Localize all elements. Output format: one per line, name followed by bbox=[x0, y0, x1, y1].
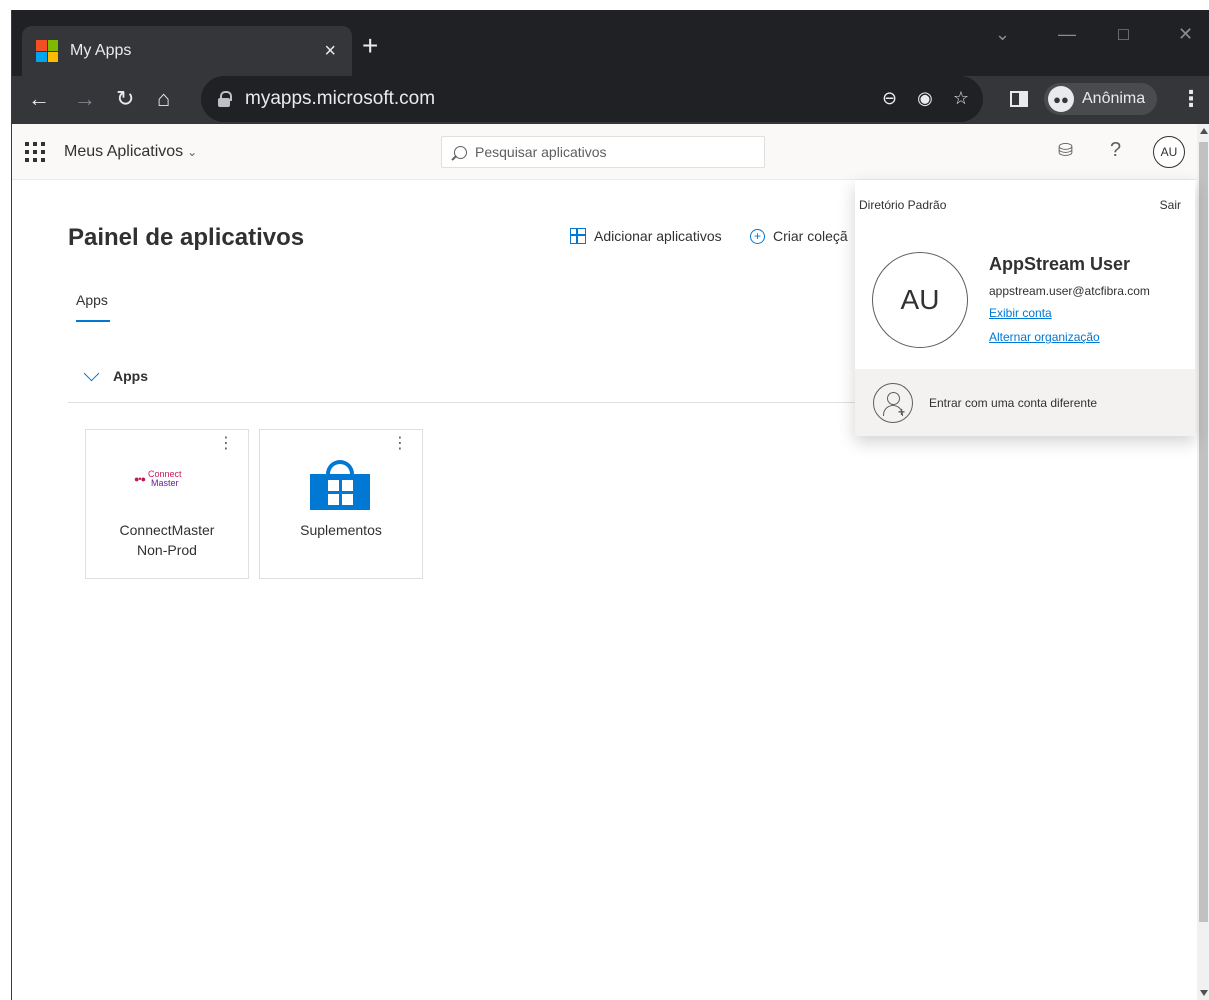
search-box[interactable]: Pesquisar aplicativos bbox=[441, 136, 765, 168]
connect-dots-icon: ●•● bbox=[134, 474, 146, 484]
maximize-icon[interactable]: □ bbox=[1118, 24, 1129, 45]
back-icon[interactable]: ← bbox=[28, 86, 50, 112]
create-collection-button[interactable]: + Criar coleçã bbox=[750, 228, 848, 244]
bookmark-star-icon[interactable]: ☆ bbox=[953, 88, 969, 109]
url-text[interactable]: myapps.microsoft.com bbox=[245, 88, 435, 110]
sign-out-link[interactable]: Sair bbox=[1160, 198, 1181, 212]
account-avatar: AU bbox=[872, 252, 968, 348]
app-tile-suplementos[interactable]: ⋮ Suplementos bbox=[259, 429, 423, 579]
tab-close-icon[interactable]: × bbox=[324, 41, 336, 61]
add-apps-button[interactable]: Adicionar aplicativos bbox=[570, 228, 722, 244]
avatar[interactable]: AU bbox=[1153, 136, 1185, 168]
brand-menu[interactable]: Meus Aplicativos ⌄ bbox=[64, 143, 197, 161]
address-bar[interactable]: myapps.microsoft.com ⊖ ◉ ☆ bbox=[201, 76, 983, 122]
minimize-icon[interactable]: — bbox=[1058, 24, 1076, 45]
more-options-icon[interactable]: ⋮ bbox=[392, 436, 408, 452]
browser-window: My Apps × + ⌄ — □ ✕ ← → ↻ ⌂ myapps.micro… bbox=[11, 10, 1209, 1000]
view-account-link[interactable]: Exibir conta bbox=[989, 306, 1052, 320]
help-icon[interactable]: ? bbox=[1110, 139, 1121, 162]
connectmaster-logo-icon: ●•● Connect Master bbox=[134, 470, 182, 488]
directory-name: Diretório Padrão bbox=[859, 198, 947, 212]
page-title: Painel de aplicativos bbox=[68, 224, 305, 251]
forward-icon[interactable]: → bbox=[74, 86, 96, 112]
page-scrollbar[interactable] bbox=[1197, 124, 1209, 1000]
lock-icon[interactable] bbox=[217, 91, 232, 107]
switch-organization-link[interactable]: Alternar organização bbox=[989, 330, 1100, 344]
microsoft-logo-icon bbox=[36, 40, 58, 62]
side-panel-icon[interactable] bbox=[1010, 91, 1028, 107]
incognito-icon: ●● bbox=[1048, 86, 1074, 112]
chevron-down-icon: ⌄ bbox=[187, 145, 198, 159]
home-icon[interactable]: ⌂ bbox=[157, 86, 170, 112]
add-apps-label: Adicionar aplicativos bbox=[594, 228, 722, 244]
section-toggle-apps[interactable]: Apps bbox=[83, 365, 148, 384]
app-tile-connectmaster[interactable]: ⋮ ●•● Connect Master ConnectMaster Non-P… bbox=[85, 429, 249, 579]
close-window-icon[interactable]: ✕ bbox=[1178, 24, 1193, 45]
tab-strip: My Apps × + ⌄ — □ ✕ bbox=[12, 10, 1209, 76]
profile-label: Anônima bbox=[1082, 90, 1146, 107]
reload-icon[interactable]: ↻ bbox=[116, 86, 134, 112]
more-options-icon[interactable]: ⋮ bbox=[218, 436, 234, 452]
person-add-icon: + bbox=[873, 382, 913, 423]
account-name: AppStream User bbox=[989, 254, 1131, 274]
tab-active-indicator bbox=[76, 320, 110, 322]
add-grid-icon bbox=[570, 228, 586, 244]
browser-menu-icon[interactable]: ⋮ bbox=[1180, 86, 1202, 112]
app-tile-label: Suplementos bbox=[300, 522, 382, 538]
new-tab-button[interactable]: + bbox=[362, 32, 378, 60]
account-flyout: Diretório Padrão Sair AU AppStream User … bbox=[855, 180, 1195, 436]
browser-tab[interactable]: My Apps × bbox=[22, 26, 352, 76]
account-email: appstream.user@atcfibra.com bbox=[989, 284, 1150, 298]
chevron-down-icon bbox=[83, 365, 100, 381]
app-header: Meus Aplicativos ⌄ Pesquisar aplicativos … bbox=[12, 124, 1197, 180]
tab-search-icon[interactable]: ⌄ bbox=[995, 24, 1010, 45]
section-divider bbox=[68, 402, 868, 403]
zoom-out-icon[interactable]: ⊖ bbox=[882, 88, 897, 109]
app-tile-label: ConnectMaster Non-Prod bbox=[119, 522, 215, 558]
store-bag-icon bbox=[310, 460, 370, 510]
section-label: Apps bbox=[113, 368, 148, 384]
sign-in-other-account[interactable]: + Entrar com uma conta diferente bbox=[855, 369, 1195, 436]
organization-icon[interactable]: ⛁ bbox=[1058, 140, 1073, 161]
search-input[interactable]: Pesquisar aplicativos bbox=[475, 144, 607, 160]
eye-icon[interactable]: ◉ bbox=[917, 88, 933, 109]
scroll-down-icon[interactable] bbox=[1200, 990, 1208, 996]
sign-in-other-label: Entrar com uma conta diferente bbox=[929, 395, 1098, 410]
create-collection-label: Criar coleçã bbox=[773, 228, 848, 244]
app-launcher-icon[interactable] bbox=[25, 142, 45, 162]
browser-toolbar: ← → ↻ ⌂ myapps.microsoft.com ⊖ ◉ ☆ ●● An… bbox=[12, 76, 1209, 124]
scroll-thumb[interactable] bbox=[1199, 142, 1208, 922]
tab-apps[interactable]: Apps bbox=[76, 292, 108, 308]
brand-label: Meus Aplicativos bbox=[64, 143, 184, 160]
logo-text-bottom: Master bbox=[151, 478, 179, 488]
search-icon bbox=[454, 145, 467, 159]
plus-circle-icon: + bbox=[750, 228, 765, 244]
tab-title: My Apps bbox=[70, 42, 132, 59]
scroll-up-icon[interactable] bbox=[1200, 128, 1208, 134]
profile-chip[interactable]: ●● Anônima bbox=[1044, 83, 1158, 115]
